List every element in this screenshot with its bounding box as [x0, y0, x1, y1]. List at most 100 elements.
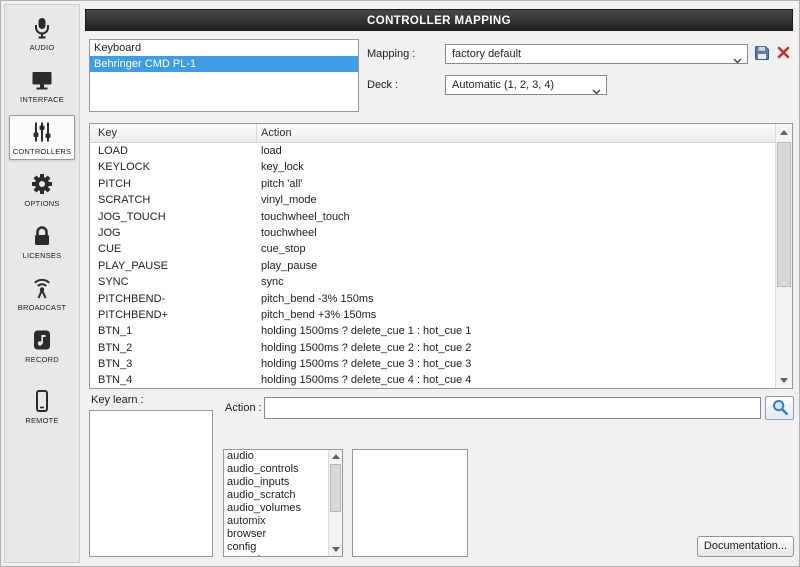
table-row[interactable]: SYNC sync: [90, 274, 775, 290]
table-row[interactable]: CUE cue_stop: [90, 241, 775, 257]
table-row[interactable]: KEYLOCK key_lock: [90, 159, 775, 175]
documentation-button[interactable]: Documentation...: [697, 536, 794, 557]
list-item[interactable]: config: [224, 541, 328, 554]
action-cell: holding 1500ms ? delete_cue 2 : hot_cue …: [261, 341, 472, 354]
search-action-button[interactable]: [765, 396, 794, 420]
table-row[interactable]: JOG touchwheel: [90, 225, 775, 241]
table-header: Key Action: [90, 124, 775, 143]
table-row[interactable]: PITCHBEND- pitch_bend -3% 150ms: [90, 291, 775, 307]
table-scrollbar[interactable]: [775, 124, 792, 388]
table-row[interactable]: PITCHBEND+ pitch_bend +3% 150ms: [90, 307, 775, 323]
sidebar-item-audio[interactable]: AUDIO: [9, 11, 75, 56]
table-row[interactable]: JOG_TOUCH touchwheel_touch: [90, 209, 775, 225]
scroll-up-button[interactable]: [329, 450, 342, 463]
key-cell: PITCHBEND+: [98, 308, 168, 321]
chevron-down-icon: [592, 83, 601, 101]
sidebar-item-label: OPTIONS: [24, 199, 60, 208]
sidebar-item-record[interactable]: RECORD: [9, 323, 75, 368]
sidebar-item-controllers[interactable]: CONTROLLERS: [9, 115, 75, 160]
action-input[interactable]: [264, 397, 761, 419]
list-item[interactable]: audio_volumes: [224, 502, 328, 515]
table-row[interactable]: BTN_1 holding 1500ms ? delete_cue 1 : ho…: [90, 323, 775, 339]
scroll-down-button[interactable]: [329, 543, 342, 556]
list-item[interactable]: audio_inputs: [224, 476, 328, 489]
key-cell: JOG_TOUCH: [98, 210, 166, 223]
sidebar-item-label: RECORD: [25, 355, 59, 364]
action-cell: pitch_bend +3% 150ms: [261, 308, 377, 321]
settings-window: AUDIO INTERFACE CONTROLLERS OPTIONS LICE…: [0, 0, 800, 567]
category-scrollbar[interactable]: [328, 450, 342, 556]
scroll-down-button[interactable]: [776, 372, 792, 388]
action-cell: key_lock: [261, 161, 304, 174]
action-category-list: audio audio_controls audio_inputs audio_scr…: [223, 449, 343, 557]
action-cell: vinyl_mode: [261, 194, 317, 207]
action-cell: load: [261, 145, 282, 157]
table-row[interactable]: BTN_2 holding 1500ms ? delete_cue 2 : ho…: [90, 340, 775, 356]
save-icon: [754, 45, 770, 64]
sidebar-item-label: CONTROLLERS: [12, 147, 72, 156]
table-row[interactable]: BTN_4 holding 1500ms ? delete_cue 4 : ho…: [90, 372, 775, 388]
key-learn-label: Key learn :: [91, 394, 144, 406]
sidebar-item-label: BROADCAST: [17, 303, 67, 312]
faders-icon: [30, 120, 54, 144]
sidebar-item-licenses[interactable]: LICENSES: [9, 219, 75, 264]
sidebar-item-interface[interactable]: INTERFACE: [9, 63, 75, 108]
broadcast-antenna-icon: [30, 276, 54, 300]
action-cell: touchwheel: [261, 226, 317, 239]
music-note-icon: [30, 328, 54, 352]
chevron-down-icon: [733, 52, 742, 70]
scroll-up-button[interactable]: [776, 124, 792, 140]
key-learn-box[interactable]: [89, 410, 213, 557]
action-cell: touchwheel_touch: [261, 210, 350, 223]
mapping-select-value: factory default: [452, 48, 522, 60]
key-cell: BTN_2: [98, 341, 133, 354]
action-cell: holding 1500ms ? delete_cue 4 : hot_cue …: [261, 374, 472, 387]
table-row[interactable]: PITCH pitch 'all': [90, 176, 775, 192]
sidebar-item-broadcast[interactable]: BROADCAST: [9, 271, 75, 316]
save-mapping-button[interactable]: [752, 44, 772, 64]
table-row[interactable]: BTN_3 holding 1500ms ? delete_cue 3 : ho…: [90, 356, 775, 372]
list-item[interactable]: automix: [224, 515, 328, 528]
table-row[interactable]: LOAD load: [90, 143, 775, 159]
delete-icon: [777, 46, 790, 62]
device-list-item[interactable]: Behringer CMD PL-1: [90, 56, 358, 72]
action-cell: holding 1500ms ? delete_cue 3 : hot_cue …: [261, 358, 472, 371]
device-list: Keyboard Behringer CMD PL-1: [89, 39, 359, 112]
table-row[interactable]: PLAY_PAUSE play_pause: [90, 258, 775, 274]
gear-icon: [30, 172, 54, 196]
list-item[interactable]: browser: [224, 528, 328, 541]
column-header-key[interactable]: Key: [90, 124, 257, 142]
action-cell: holding 1500ms ? delete_cue 1 : hot_cue …: [261, 325, 472, 338]
key-cell: PLAY_PAUSE: [98, 259, 168, 272]
sidebar-item-remote[interactable]: REMOTE: [9, 384, 75, 429]
sidebar-item-options[interactable]: OPTIONS: [9, 167, 75, 212]
action-cell: play_pause: [261, 259, 318, 272]
delete-mapping-button[interactable]: [773, 44, 793, 64]
deck-select-value: Automatic (1, 2, 3, 4): [452, 79, 555, 91]
sidebar-item-label: LICENSES: [22, 251, 62, 260]
action-cell: sync: [261, 276, 284, 289]
scrollbar-thumb[interactable]: [777, 142, 791, 287]
list-item[interactable]: audio: [224, 450, 328, 463]
action-label: Action :: [225, 402, 262, 414]
list-item[interactable]: audio_scratch: [224, 489, 328, 502]
column-header-action[interactable]: Action: [257, 124, 775, 142]
key-cell: BTN_3: [98, 358, 133, 371]
key-cell: PITCH: [98, 177, 131, 190]
device-list-item[interactable]: Keyboard: [90, 40, 358, 56]
key-cell: BTN_4: [98, 374, 133, 387]
list-item[interactable]: controls: [224, 554, 328, 556]
action-detail-list[interactable]: [352, 449, 468, 557]
list-item[interactable]: audio_controls: [224, 463, 328, 476]
table-row[interactable]: SCRATCH vinyl_mode: [90, 192, 775, 208]
key-cell: PITCHBEND-: [98, 292, 166, 305]
mapping-table: Key Action LOAD load KEYLOCK key_lock PI…: [89, 123, 793, 389]
mapping-select[interactable]: factory default: [445, 44, 748, 64]
search-icon: [771, 398, 789, 419]
triangle-down-icon: [331, 547, 340, 552]
triangle-up-icon: [331, 454, 340, 459]
key-cell: KEYLOCK: [98, 161, 150, 174]
scrollbar-thumb[interactable]: [330, 464, 341, 512]
key-cell: SCRATCH: [98, 194, 151, 207]
deck-select[interactable]: Automatic (1, 2, 3, 4): [445, 75, 607, 95]
